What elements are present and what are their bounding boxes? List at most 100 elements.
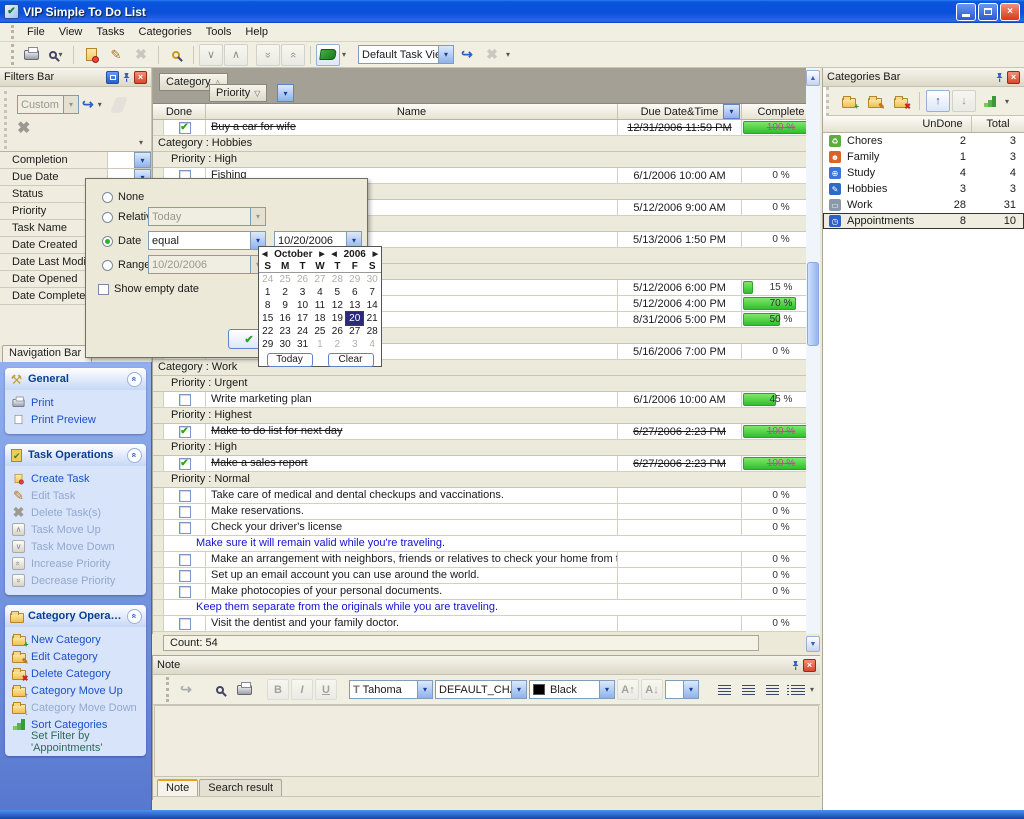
done-cell[interactable] xyxy=(164,504,206,519)
sort-categories-button[interactable] xyxy=(978,90,1002,112)
calendar-day-24[interactable]: 24 xyxy=(294,325,311,338)
calendar-day-25[interactable]: 25 xyxy=(311,325,328,338)
calendar-day-2[interactable]: 2 xyxy=(276,286,293,299)
menu-tools[interactable]: Tools xyxy=(199,24,239,40)
nav-item-print-preview[interactable]: Print Preview xyxy=(11,411,144,428)
view-dropdown-icon[interactable]: ▾ xyxy=(342,50,346,59)
category-row-chores[interactable]: ♻Chores23 xyxy=(823,133,1024,149)
toolbar-overflow-icon[interactable]: ▾ xyxy=(17,138,147,147)
combo-range[interactable]: 10/20/2006▾ xyxy=(148,255,266,274)
move-top-button[interactable]: « xyxy=(281,44,305,66)
priority-group-row[interactable]: Priority : High xyxy=(153,440,820,456)
calendar-day-6[interactable]: 6 xyxy=(346,286,363,299)
minimize-button[interactable] xyxy=(956,3,976,21)
calendar-day-30[interactable]: 30 xyxy=(363,273,380,286)
column-done[interactable]: Done xyxy=(153,104,206,119)
vertical-scrollbar[interactable]: ▲ ▼ xyxy=(806,68,820,634)
eraser-icon[interactable] xyxy=(110,97,128,113)
done-checkbox[interactable] xyxy=(179,586,191,598)
align-center-button[interactable] xyxy=(737,679,759,700)
combo-arrow-icon[interactable]: ▾ xyxy=(438,46,453,63)
calendar-day-26[interactable]: 26 xyxy=(329,325,346,338)
done-cell[interactable]: ✔ xyxy=(164,456,206,471)
done-checkbox[interactable] xyxy=(179,522,191,534)
calendar-day-13[interactable]: 13 xyxy=(346,299,363,312)
calendar-day-2[interactable]: 2 xyxy=(329,338,346,351)
close-panel-button[interactable]: × xyxy=(134,71,147,84)
custom-filter-combo[interactable]: Custom ▾ xyxy=(17,95,79,114)
next-month-icon[interactable]: ▶ xyxy=(319,250,324,258)
collapse-chevron-icon[interactable]: « xyxy=(127,609,142,624)
combo-date[interactable]: equal▾ xyxy=(148,231,266,250)
prev-month-icon[interactable]: ◀ xyxy=(262,250,267,258)
calendar-day-8[interactable]: 8 xyxy=(259,299,276,312)
calendar-day-27[interactable]: 27 xyxy=(311,273,328,286)
task-row[interactable]: Make photocopies of your personal docume… xyxy=(153,584,820,600)
note-import-button[interactable]: ↪ xyxy=(175,679,197,700)
task-view-combo[interactable]: Default Task View ▾ xyxy=(358,45,454,64)
calendar-day-10[interactable]: 10 xyxy=(294,299,311,312)
float-panel-button[interactable] xyxy=(106,71,119,84)
filter-row-completion[interactable]: Completion▾ xyxy=(0,152,151,169)
priority-group-row[interactable]: Priority : Normal xyxy=(153,472,820,488)
restore-button[interactable] xyxy=(978,3,998,21)
priority-group-row[interactable]: Priority : Highest xyxy=(153,408,820,424)
group-by-priority-dropdown[interactable]: ▾ xyxy=(277,84,294,102)
collapse-chevron-icon[interactable]: « xyxy=(127,448,142,463)
column-total[interactable]: Total xyxy=(972,116,1024,132)
calendar-day-16[interactable]: 16 xyxy=(276,312,293,325)
calendar-day-4[interactable]: 4 xyxy=(363,338,380,351)
done-checkbox[interactable]: ✔ xyxy=(179,426,191,438)
nav-item-edit-task[interactable]: ✎Edit Task xyxy=(11,487,144,504)
move-bottom-button[interactable]: « xyxy=(256,44,280,66)
category-row-hobbies[interactable]: ✎Hobbies33 xyxy=(823,181,1024,197)
nav-item-task-move-down[interactable]: ∨Task Move Down xyxy=(11,538,144,555)
more-dropdown-icon[interactable]: ▾ xyxy=(506,50,510,59)
calendar-day-20[interactable]: 20 xyxy=(346,312,363,325)
print-button[interactable] xyxy=(19,44,43,66)
category-move-up-button[interactable]: ↑ xyxy=(926,90,950,112)
nav-group-header[interactable]: Category Operations« xyxy=(5,605,146,627)
filter-dropdown-icon[interactable]: ▾ xyxy=(98,100,102,109)
view-mode-button[interactable] xyxy=(316,44,340,66)
calendar-day-11[interactable]: 11 xyxy=(311,299,328,312)
note-editor[interactable] xyxy=(154,705,819,777)
done-cell[interactable] xyxy=(164,392,206,407)
category-row-work[interactable]: ▭Work2831 xyxy=(823,197,1024,213)
pin-icon[interactable] xyxy=(994,72,1005,83)
done-checkbox[interactable] xyxy=(179,506,191,518)
radio-range[interactable] xyxy=(102,260,113,271)
note-print-button[interactable] xyxy=(233,679,255,700)
find-task-button[interactable] xyxy=(164,44,188,66)
nav-item-task-move-up[interactable]: ∧Task Move Up xyxy=(11,521,144,538)
task-row[interactable]: Take care of medical and dental checkups… xyxy=(153,488,820,504)
delete-category-button[interactable]: ✖ xyxy=(889,90,913,112)
done-cell[interactable] xyxy=(164,568,206,583)
nav-group-header[interactable]: ✔Task Operations« xyxy=(5,444,146,466)
column-name[interactable]: Name xyxy=(206,104,618,119)
save-filter-icon[interactable]: ↪ xyxy=(82,96,94,113)
calendar-day-28[interactable]: 28 xyxy=(363,325,380,338)
font-combo[interactable]: T Tahoma▾ xyxy=(349,680,433,699)
new-category-button[interactable]: + xyxy=(837,90,861,112)
edit-task-button[interactable]: ✎ xyxy=(104,44,128,66)
move-down-button[interactable]: ∨ xyxy=(199,44,223,66)
calendar-day-1[interactable]: 1 xyxy=(259,286,276,299)
done-checkbox[interactable] xyxy=(179,490,191,502)
done-cell[interactable] xyxy=(164,488,206,503)
next-year-icon[interactable]: ▶ xyxy=(373,250,378,258)
radio-date[interactable] xyxy=(102,236,113,247)
nav-item-category-move-up[interactable]: ↑Category Move Up xyxy=(11,682,144,699)
task-row[interactable]: ✔Make a sales report6/27/2006 2:23 PM100… xyxy=(153,456,820,472)
column-due[interactable]: Due Date&Time▾ xyxy=(618,104,742,119)
calendar-day-5[interactable]: 5 xyxy=(329,286,346,299)
radio-none[interactable] xyxy=(102,192,113,203)
done-cell[interactable] xyxy=(164,584,206,599)
calendar-day-28[interactable]: 28 xyxy=(329,273,346,286)
calendar-day-30[interactable]: 30 xyxy=(276,338,293,351)
edit-category-button[interactable]: ✎ xyxy=(863,90,887,112)
category-row-family[interactable]: ☻Family13 xyxy=(823,149,1024,165)
calendar-day-4[interactable]: 4 xyxy=(311,286,328,299)
italic-button[interactable]: I xyxy=(291,679,313,700)
task-row[interactable]: ✔Make to do list for next day6/27/2006 2… xyxy=(153,424,820,440)
